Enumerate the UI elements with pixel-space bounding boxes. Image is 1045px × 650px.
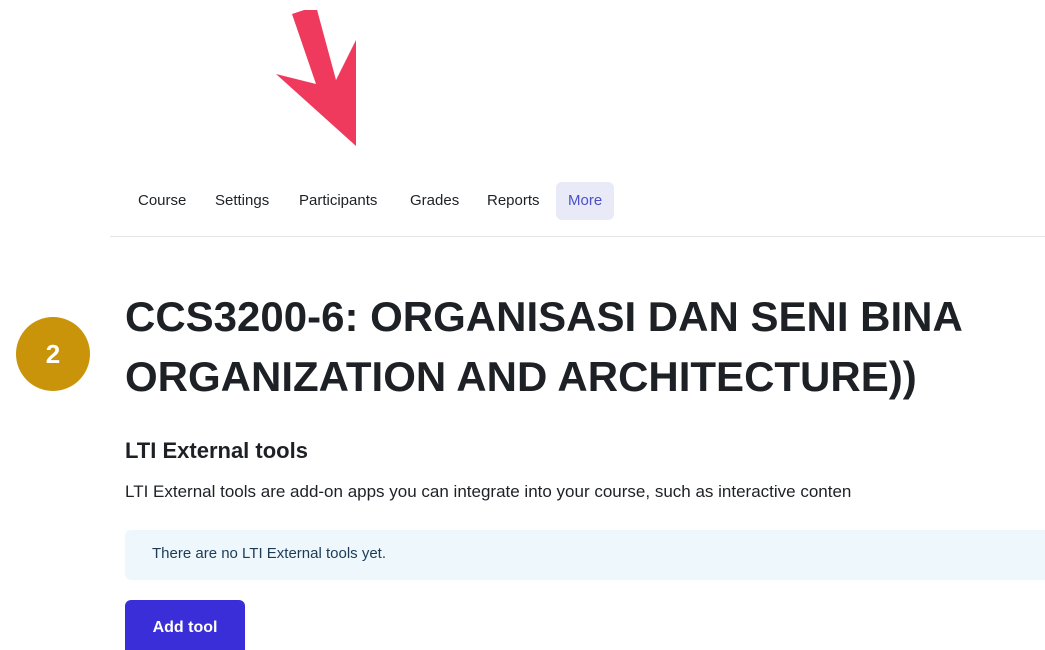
page: Course Settings Participants Grades Repo… [0, 0, 1045, 650]
arrow-down-right-icon [276, 10, 356, 146]
page-title: CCS3200-6: ORGANISASI DAN SENI BINA ORGA… [125, 287, 1045, 407]
section-heading: LTI External tools [125, 438, 308, 463]
nav-more[interactable]: More [556, 182, 615, 220]
nav-grades[interactable]: Grades [398, 182, 471, 220]
add-tool-label: Add tool [152, 619, 218, 636]
nav-settings[interactable]: Settings [203, 182, 281, 220]
empty-state-alert: There are no LTI External tools yet. [125, 530, 1045, 580]
secondary-navigation: Course Settings Participants Grades Repo… [110, 178, 1045, 237]
page-title-line-2: ORGANIZATION AND ARCHITECTURE)) [125, 353, 917, 400]
section-description: LTI External tools are add-on apps you c… [125, 482, 852, 501]
add-tool-button[interactable]: Add tool [125, 600, 245, 650]
step-badge: 2 [16, 317, 90, 391]
nav-participants[interactable]: Participants [287, 182, 389, 220]
page-title-line-1: CCS3200-6: ORGANISASI DAN SENI BINA [125, 293, 963, 340]
nav-reports[interactable]: Reports [475, 182, 552, 220]
empty-state-message: There are no LTI External tools yet. [152, 545, 387, 562]
nav-course[interactable]: Course [126, 182, 198, 220]
